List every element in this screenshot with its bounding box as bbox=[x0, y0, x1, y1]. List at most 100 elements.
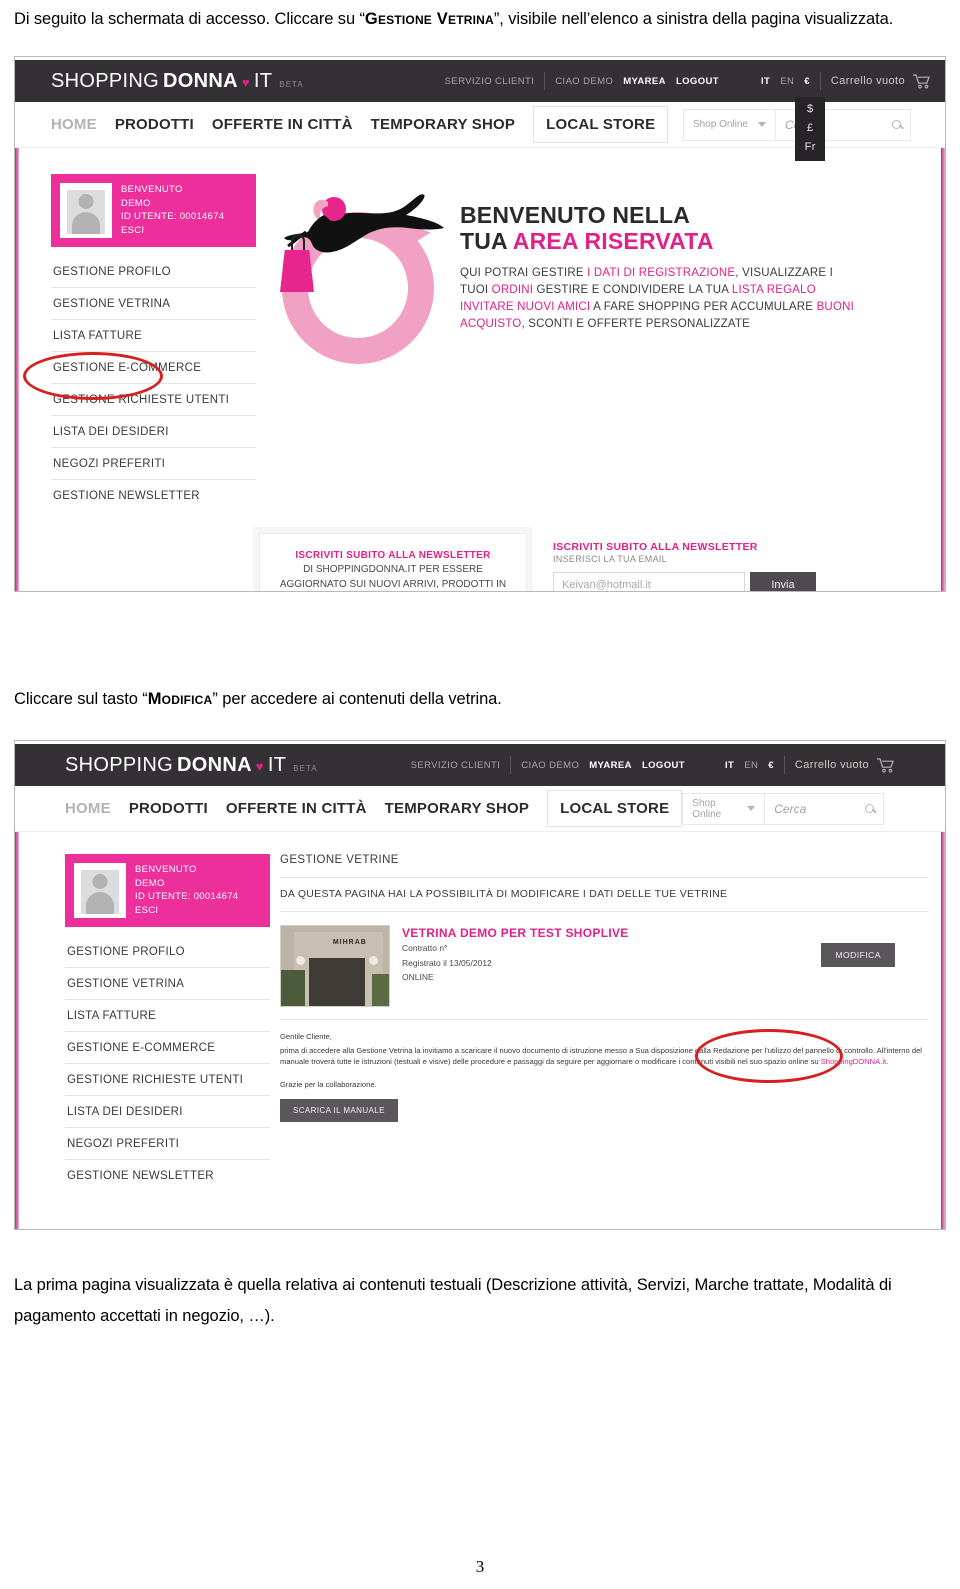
paragraph-3: La prima pagina visualizzata è quella re… bbox=[14, 1276, 892, 1325]
logo-domain: IT bbox=[253, 69, 273, 92]
nav-offerte-in-citta[interactable]: OFFERTE IN CITTÀ bbox=[212, 116, 353, 133]
shop-online-select[interactable]: Shop Online bbox=[682, 792, 765, 825]
sidebar-item-lista-fatture[interactable]: LISTA FATTURE bbox=[65, 1000, 270, 1032]
topbar-links: SERVIZIO CLIENTI CIAO DEMO MYAREA LOGOUT… bbox=[445, 72, 931, 161]
avatar bbox=[60, 183, 112, 238]
cart-area[interactable]: Carrello vuoto bbox=[795, 757, 895, 773]
user-id: ID UTENTE: 00014674 bbox=[135, 891, 239, 902]
page-number: 3 bbox=[475, 1557, 485, 1576]
vetrina-info: VETRINA DEMO PER TEST SHOPLIVE Contratto… bbox=[402, 925, 629, 1007]
vetrina-list-item: MIHRAB VETRINA DEMO PER TEST SHOPLIVE Co… bbox=[280, 912, 929, 1019]
lang-it[interactable]: IT bbox=[725, 760, 734, 771]
currency-selector[interactable]: € $ £ Fr bbox=[795, 76, 826, 161]
letter-greeting: Gentile Cliente, bbox=[280, 1032, 332, 1041]
hero-seg-6: A FARE SHOPPING PER ACCUMULARE bbox=[590, 301, 817, 313]
currency-selected[interactable]: € bbox=[804, 76, 810, 87]
sidebar-item-negozi-preferiti[interactable]: NEGOZI PREFERITI bbox=[65, 1128, 270, 1160]
nav-home[interactable]: HOME bbox=[51, 116, 97, 133]
user-logout-link[interactable]: ESCI bbox=[121, 224, 224, 238]
link-myarea[interactable]: MYAREA bbox=[623, 76, 666, 87]
paragraph-2-text-c: ” per accedere ai contenuti della vetrin… bbox=[212, 690, 502, 708]
newsletter-promo-card: ISCRIVITI SUBITO ALLA NEWSLETTER DI SHOP… bbox=[259, 533, 527, 591]
paragraph-1-emphasis: Gestione Vetrina bbox=[364, 10, 494, 28]
sidebar-item-gestione-vetrina[interactable]: GESTIONE VETRINA bbox=[65, 968, 270, 1000]
sidebar-item-negozi-preferiti[interactable]: NEGOZI PREFERITI bbox=[51, 448, 256, 480]
logo-shopping: SHOPPING bbox=[65, 753, 173, 776]
sidebar-item-gestione-richieste-utenti[interactable]: GESTIONE RICHIESTE UTENTI bbox=[51, 384, 256, 416]
modifica-button[interactable]: MODIFICA bbox=[821, 943, 895, 967]
link-servizio-clienti[interactable]: SERVIZIO CLIENTI bbox=[411, 760, 501, 771]
logo-shopping: SHOPPING bbox=[51, 69, 159, 92]
search-input[interactable]: Cerca bbox=[764, 792, 885, 825]
currency-option-chf[interactable]: Fr bbox=[805, 141, 816, 153]
sidebar-item-gestione-profilo[interactable]: GESTIONE PROFILO bbox=[51, 256, 256, 288]
sidebar-item-lista-dei-desideri[interactable]: LISTA DEI DESIDERI bbox=[51, 416, 256, 448]
hero-illustration bbox=[264, 174, 454, 389]
site-logo[interactable]: SHOPPING DONNA ♥ IT BETA bbox=[51, 70, 304, 93]
sidebar-item-lista-dei-desideri[interactable]: LISTA DEI DESIDERI bbox=[65, 1096, 270, 1128]
user-card: BENVENUTO DEMO ID UTENTE: 00014674 ESCI bbox=[51, 174, 256, 247]
currency-option-gbp[interactable]: £ bbox=[807, 122, 814, 134]
lang-en[interactable]: EN bbox=[780, 76, 794, 87]
topbar-links: SERVIZIO CLIENTI CIAO DEMO MYAREA LOGOUT… bbox=[411, 756, 895, 774]
letter-body-link[interactable]: ShoppingDONNA.it bbox=[821, 1057, 886, 1066]
newsletter-email-input[interactable]: Keivan@hotmail.it bbox=[553, 572, 745, 591]
link-myarea[interactable]: MYAREA bbox=[589, 760, 632, 771]
logo-beta-badge: BETA bbox=[293, 763, 318, 773]
lang-en[interactable]: EN bbox=[744, 760, 758, 771]
hero-seg-0: QUI POTRAI GESTIRE bbox=[460, 267, 588, 279]
newsletter-signup: ISCRIVITI SUBITO ALLA NEWSLETTER INSERIS… bbox=[553, 533, 821, 591]
hero-title-pink: AREA RISERVATA bbox=[512, 228, 714, 254]
newsletter-submit-button[interactable]: Invia bbox=[750, 572, 816, 591]
cart-area[interactable]: Carrello vuoto bbox=[831, 73, 931, 89]
currency-option-usd[interactable]: $ bbox=[807, 103, 814, 115]
sidebar-menu: GESTIONE PROFILO GESTIONE VETRINA LISTA … bbox=[65, 936, 270, 1191]
sidebar-item-gestione-ecommerce[interactable]: GESTIONE E-COMMERCE bbox=[65, 1032, 270, 1064]
letter-body-end: . bbox=[886, 1057, 889, 1066]
sidebar-item-gestione-profilo[interactable]: GESTIONE PROFILO bbox=[65, 936, 270, 968]
vetrina-registered-date: Registrato il 13/05/2012 bbox=[402, 957, 492, 968]
shop-online-select[interactable]: Shop Online bbox=[682, 108, 775, 141]
page-body: BENVENUTO DEMO ID UTENTE: 00014674 ESCI … bbox=[15, 148, 945, 511]
sidebar-item-lista-fatture[interactable]: LISTA FATTURE bbox=[51, 320, 256, 352]
vetrina-thumbnail[interactable]: MIHRAB bbox=[280, 925, 390, 1007]
avatar-person-icon bbox=[81, 870, 119, 914]
sidebar-item-gestione-newsletter[interactable]: GESTIONE NEWSLETTER bbox=[51, 480, 256, 511]
divider bbox=[544, 72, 546, 90]
document-page: Di seguito la schermata di accesso. Clic… bbox=[0, 0, 960, 1589]
currency-selected[interactable]: € bbox=[768, 760, 774, 771]
account-sidebar: BENVENUTO DEMO ID UTENTE: 00014674 ESCI … bbox=[51, 174, 256, 511]
lang-it[interactable]: IT bbox=[761, 76, 770, 87]
currency-dropdown-menu[interactable]: $ £ Fr bbox=[795, 96, 826, 161]
page-subtitle: DA QUESTA PAGINA HAI LA POSSIBILITÀ DI M… bbox=[280, 878, 929, 912]
divider bbox=[819, 72, 821, 90]
nav-prodotti[interactable]: PRODOTTI bbox=[115, 116, 194, 133]
sidebar-item-gestione-vetrina[interactable]: GESTIONE VETRINA bbox=[51, 288, 256, 320]
link-logout[interactable]: LOGOUT bbox=[642, 760, 685, 771]
user-logout-link[interactable]: ESCI bbox=[135, 904, 238, 918]
nav-home[interactable]: HOME bbox=[65, 800, 111, 817]
link-logout[interactable]: LOGOUT bbox=[676, 76, 719, 87]
paragraph-2-emphasis: Modifica bbox=[147, 690, 213, 708]
vetrina-contract: Contratto n° bbox=[402, 943, 448, 953]
nav-local-store[interactable]: LOCAL STORE bbox=[547, 790, 683, 827]
nav-local-store[interactable]: LOCAL STORE bbox=[533, 106, 669, 143]
logo-domain: IT bbox=[267, 753, 287, 776]
nav-prodotti[interactable]: PRODOTTI bbox=[129, 800, 208, 817]
hero-text: BENVENUTO NELLA TUA AREA RISERVATA QUI P… bbox=[454, 174, 945, 511]
sidebar-item-gestione-richieste-utenti[interactable]: GESTIONE RICHIESTE UTENTI bbox=[65, 1064, 270, 1096]
nav-temporary-shop[interactable]: TEMPORARY SHOP bbox=[371, 116, 516, 133]
hero-title-line1: BENVENUTO NELLA bbox=[460, 202, 691, 228]
nav-temporary-shop[interactable]: TEMPORARY SHOP bbox=[385, 800, 530, 817]
sidebar-item-gestione-newsletter[interactable]: GESTIONE NEWSLETTER bbox=[65, 1160, 270, 1191]
thumb-door bbox=[309, 958, 366, 1006]
sidebar-item-gestione-ecommerce[interactable]: GESTIONE E-COMMERCE bbox=[51, 352, 256, 384]
thumb-plant-left bbox=[281, 970, 305, 1006]
download-manual-button[interactable]: SCARICA IL MANUALE bbox=[280, 1099, 398, 1122]
site-logo[interactable]: SHOPPING DONNA ♥ IT BETA bbox=[65, 754, 318, 777]
screenshot-gestione-vetrine-page: SHOPPING DONNA ♥ IT BETA SERVIZIO CLIENTI… bbox=[14, 740, 946, 1230]
link-servizio-clienti[interactable]: SERVIZIO CLIENTI bbox=[445, 76, 535, 87]
vetrine-management-content: GESTIONE VETRINE DA QUESTA PAGINA HAI LA… bbox=[270, 854, 945, 1191]
nav-offerte-in-citta[interactable]: OFFERTE IN CITTÀ bbox=[226, 800, 367, 817]
heart-icon: ♥ bbox=[241, 74, 250, 90]
